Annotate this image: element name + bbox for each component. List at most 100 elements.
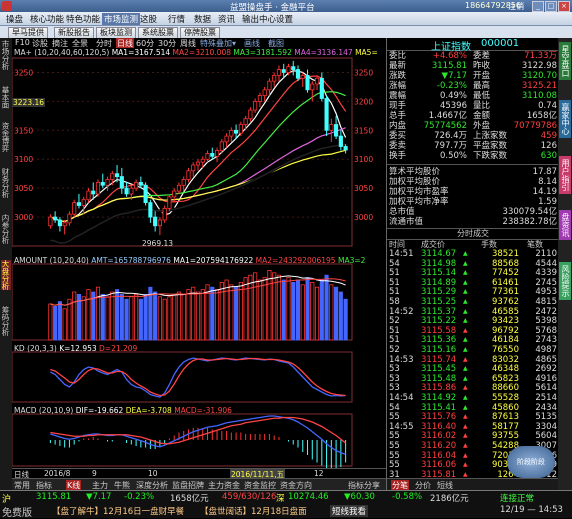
news-ticker-1[interactable]: 【盘了解牛】12月16日一盘财早餐	[52, 505, 184, 517]
quote-value: 45396	[439, 101, 467, 111]
tick-row[interactable]: 54 3115.41 ▲ 45860 2434	[387, 403, 559, 413]
menu-item[interactable]: 资讯	[218, 13, 235, 25]
tick-time: 14:54	[389, 393, 414, 403]
quote-label: 平盘家数	[473, 141, 508, 151]
tick-row[interactable]: 52 3115.22 ▲ 93423 5398	[387, 316, 559, 326]
tick-price: 3115.16	[421, 345, 457, 355]
quote-label: 现手	[389, 101, 407, 111]
right-tab[interactable]: 星空盘口	[559, 42, 571, 80]
right-tab[interactable]: 风险提示	[559, 262, 571, 300]
candle-body	[124, 187, 129, 195]
tick-row[interactable]: 51 3114.89 ▲ 61461 2745	[387, 278, 559, 288]
tick-row[interactable]: 51 3115.58 ▲ 96792 5768	[387, 326, 559, 336]
quote-value: 3110.08	[521, 91, 557, 101]
tick-row[interactable]: 55 3116.02 ▲ 93755 5604	[387, 431, 559, 441]
left-tab-active[interactable]: 大盘分析	[1, 260, 11, 290]
candle-body	[167, 196, 172, 209]
tick-row[interactable]: 51 3115.14 ▲ 77452 4339	[387, 268, 559, 278]
tick-price: 3115.41	[421, 402, 457, 413]
tick-volume: 77361	[491, 287, 519, 298]
tick-time: 53	[389, 373, 400, 384]
tick-row[interactable]: 51 3115.36 ▲ 46184 2743	[387, 335, 559, 345]
right-tab[interactable]: 赢家中心	[559, 100, 571, 138]
tick-count: 3304	[535, 421, 557, 432]
tick-arrow-icon: ▲	[463, 394, 468, 401]
candle-body	[276, 69, 282, 76]
left-tab[interactable]: 基本面	[1, 86, 11, 109]
tick-price: 3116.20	[421, 441, 457, 451]
tick-volume: 46184	[491, 335, 519, 346]
menu-bar: 操盘 核心功能 特色功能 市场监测 这股 行情 数据 资讯 输出中心 设置	[0, 12, 572, 26]
menu-item-active[interactable]: 市场监测	[102, 13, 141, 25]
quote-row: 委买 726.4万 上涨家数 459	[387, 131, 559, 141]
candle-body	[53, 216, 58, 221]
left-tab[interactable]: 内参分析	[1, 214, 11, 244]
kline-chart-area[interactable]: 3250325032003200315031503100310030503050…	[11, 48, 386, 470]
period-f10[interactable]: F10	[15, 38, 30, 47]
menu-item[interactable]: 特色功能	[66, 13, 100, 25]
quote-label: 委比	[389, 51, 407, 61]
candle-body	[110, 173, 115, 180]
left-tab[interactable]: 资金博弈	[1, 122, 11, 152]
tick-row[interactable]: 53 3115.45 ▲ 46348 2692	[387, 364, 559, 374]
tick-price: 3116.40	[421, 421, 457, 432]
maximize-button[interactable]: □	[545, 1, 557, 12]
tick-row[interactable]: 14:51 3114.67 ▲ 38521 2110	[387, 249, 559, 259]
ma4-value: MA4=3136.147	[294, 48, 353, 57]
candle-body	[210, 153, 215, 157]
tick-row[interactable]: 53 3115.86 ▲ 88660 5614	[387, 383, 559, 393]
tick-count: 4916	[535, 373, 557, 384]
left-tab[interactable]: 市场分析	[1, 40, 11, 70]
menu-item[interactable]: 设置	[276, 13, 293, 25]
tick-arrow-icon: ▲	[463, 365, 468, 373]
minimize-button[interactable]: _	[532, 1, 544, 12]
tick-row[interactable]: 14:53 3115.74 ▲ 83032 4865	[387, 355, 559, 365]
tick-arrow-icon: ▲	[463, 442, 468, 449]
assistant-avatar[interactable]: 阶段阶段	[507, 446, 555, 478]
amount-ma3-value: MA3=2	[337, 256, 366, 265]
menu-item[interactable]: 核心功能	[30, 13, 64, 25]
right-tab[interactable]: 盘资讯	[559, 210, 571, 240]
tick-row[interactable]: 54 3114.98 ▲ 88568 4544	[387, 259, 559, 269]
tick-volume: 93755	[491, 431, 519, 442]
menu-item[interactable]: 数据	[194, 13, 211, 25]
quote-row: 最新 3115.81 昨收 3122.98	[387, 61, 559, 71]
tick-time: 51	[389, 325, 400, 336]
tick-row[interactable]: 53 3115.48 ▲ 65823 4916	[387, 374, 559, 384]
tick-row[interactable]: 51 3115.29 ▲ 77361 4953	[387, 287, 559, 297]
logout-link[interactable]: 注销	[508, 1, 524, 12]
tick-time: 14:51	[389, 249, 414, 259]
macd-value: MACD=-31.906	[174, 406, 232, 415]
tick-row[interactable]: 52 3115.16 ▲ 76550 4987	[387, 345, 559, 355]
left-tab[interactable]: 筹码分析	[1, 306, 11, 336]
tick-price: 3116.06	[421, 460, 457, 471]
menu-item[interactable]: 操盘	[6, 13, 23, 25]
quote-label: 开盘	[473, 71, 491, 81]
news-ticker-3[interactable]: 短线我看	[330, 505, 369, 517]
date-tick: 2016/8	[44, 469, 71, 478]
tick-row[interactable]: 14:54 3114.92 ▲ 55528 2514	[387, 393, 559, 403]
tick-count: 5604	[535, 431, 557, 442]
candle-body	[134, 181, 139, 189]
right-tab[interactable]: 用户指引	[559, 156, 571, 194]
amount-bar	[338, 291, 343, 341]
close-button[interactable]: ×	[558, 1, 570, 12]
candle-body	[200, 158, 205, 163]
tick-time: 52	[389, 316, 400, 327]
tick-row[interactable]: 55 3115.76 ▲ 87613 5135	[387, 412, 559, 422]
price-tick-label: 3050	[14, 184, 33, 193]
tick-row[interactable]: 58 3115.25 ▲ 93762 4815	[387, 297, 559, 307]
candle-body	[114, 173, 120, 177]
menu-item[interactable]: 这股	[140, 13, 157, 25]
tick-row[interactable]: 14:55 3116.40 ▲ 58177 3304	[387, 422, 559, 432]
tick-price: 3115.29	[421, 287, 457, 298]
tick-row[interactable]: 14:52 3115.37 ▲ 46585 2472	[387, 307, 559, 317]
left-tab[interactable]: 财务分析	[1, 168, 11, 198]
dea-value: DEA=-3.708	[125, 406, 172, 415]
menu-item[interactable]: 行情	[168, 13, 185, 25]
news-ticker-2[interactable]: 【盘世阔话】12月18日盘面	[200, 505, 307, 517]
tick-volume: 46585	[491, 306, 519, 317]
tick-arrow-icon: ▲	[463, 307, 468, 315]
menu-item[interactable]: 输出中心	[242, 13, 276, 25]
status-index-pct: -0.23%	[124, 492, 155, 502]
